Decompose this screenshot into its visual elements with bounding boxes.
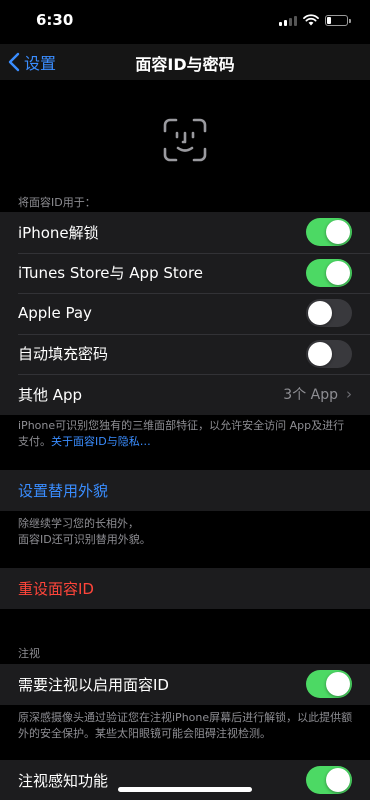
toggle-apple-pay[interactable] [306,299,352,328]
row-set-alternate-appearance[interactable]: 设置替用外貌 [0,470,370,511]
face-id-icon [163,118,207,162]
attention-section-header: 注视 [18,647,40,660]
other-apps-count: 3个 App [283,387,338,404]
row-label: 需要注视以启用面容ID [18,675,169,694]
toggle-itunes-app-store[interactable] [306,258,352,287]
attention-aware-group: 注视感知功能 [0,760,370,800]
use-for-group: iPhone解锁 iTunes Store与 App Store Apple P… [0,212,370,415]
status-time: 6:30 [36,11,74,29]
privacy-link[interactable]: 关于面容ID与隐私… [51,435,151,448]
reset-face-id-button[interactable]: 重设面容ID [18,578,352,599]
page-title: 面容ID与密码 [135,55,235,74]
row-iphone-unlock: iPhone解锁 [0,212,370,253]
use-for-footer: iPhone可识别您独有的三维面部特征，以允许安全访问 App及进行支付。关于面… [18,418,354,450]
navigation-bar: 设置 面容ID与密码 [0,44,370,80]
status-icons [279,14,351,26]
toggle-attention-aware[interactable] [306,766,352,795]
row-reset-face-id[interactable]: 重设面容ID [0,568,370,609]
battery-icon [325,14,351,26]
chevron-right-icon: › [346,385,352,404]
attention-footer: 原深感摄像头通过验证您在注视iPhone屏幕后进行解锁，以此提供额外的安全保护。… [18,711,353,740]
toggle-autofill-passwords[interactable] [306,339,352,368]
alternate-footer: 除继续学习您的长相外， 面容ID还可识别替用外貌。 [18,517,151,546]
wifi-icon [303,14,319,26]
home-indicator[interactable] [118,787,252,792]
toggle-require-attention[interactable] [306,670,352,699]
row-label: iPhone解锁 [18,223,99,242]
row-apple-pay: Apple Pay [0,293,370,334]
row-autofill-passwords: 自动填充密码 [0,333,370,375]
row-label: 自动填充密码 [18,345,109,364]
row-label: 其他 App [18,385,83,404]
faceid-header [0,80,370,190]
alternate-group: 设置替用外貌 [0,470,370,511]
status-bar: 6:30 [0,0,370,44]
row-label: iTunes Store与 App Store [18,264,204,283]
row-require-attention: 需要注视以启用面容ID [0,664,370,705]
signal-icon [279,15,297,26]
row-label: Apple Pay [18,304,92,323]
row-other-apps[interactable]: 其他 App 3个 App › [0,374,370,415]
row-attention-aware: 注视感知功能 [0,760,370,800]
set-alternate-appearance-button[interactable]: 设置替用外貌 [18,480,352,501]
attention-require-group: 需要注视以启用面容ID [0,664,370,705]
reset-group: 重设面容ID [0,568,370,609]
row-itunes-app-store: iTunes Store与 App Store [0,252,370,294]
toggle-iphone-unlock[interactable] [306,218,352,247]
use-for-section-header: 将面容ID用于： [18,196,96,209]
